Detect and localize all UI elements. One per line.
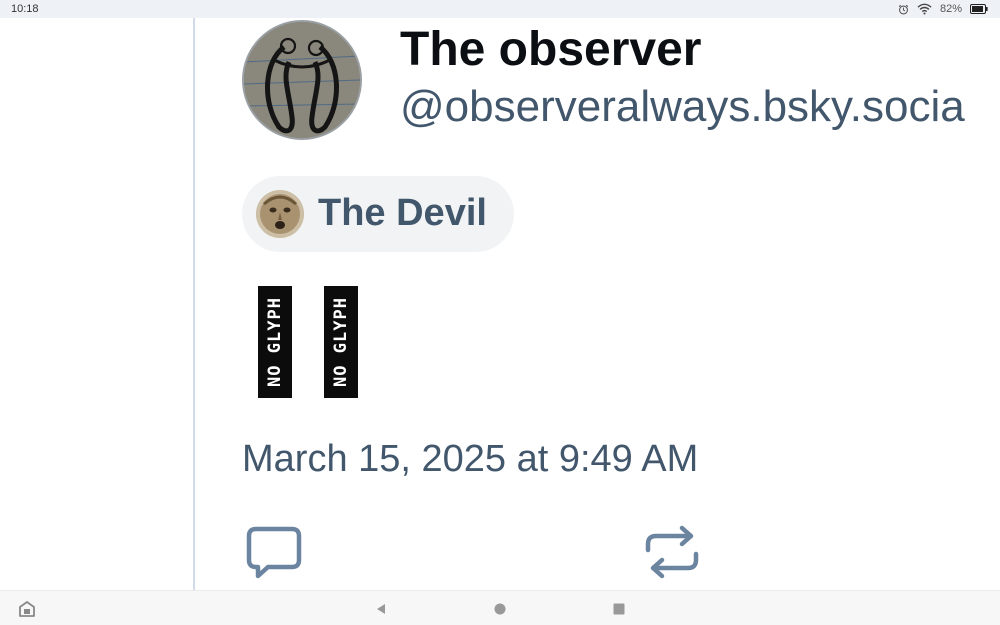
profile-display-name[interactable]: The observer xyxy=(400,22,701,77)
status-bar: 10:18 82% xyxy=(0,0,1000,18)
profile-handle[interactable]: @observeralways.bsky.socia xyxy=(400,82,965,132)
no-glyph-text: NO GLYPH xyxy=(331,297,351,387)
overview-icon[interactable] xyxy=(610,600,628,618)
feed-chip[interactable]: The Devil xyxy=(242,176,514,252)
feed-label: The Devil xyxy=(318,192,487,234)
repost-icon[interactable] xyxy=(642,522,702,582)
recents-app-icon[interactable] xyxy=(18,600,36,618)
profile-avatar[interactable] xyxy=(242,20,362,140)
thread-divider xyxy=(193,18,195,590)
wifi-icon xyxy=(917,3,932,15)
reply-icon[interactable] xyxy=(244,522,304,582)
screen: 10:18 82% The observer @observeralways.b… xyxy=(0,0,1000,625)
system-nav-bar xyxy=(0,590,1000,625)
status-icons: 82% xyxy=(898,2,988,16)
feed-avatar xyxy=(256,190,304,238)
home-icon[interactable] xyxy=(491,600,509,618)
no-glyph-placeholder: NO GLYPH xyxy=(324,286,358,398)
battery-percentage: 82% xyxy=(939,3,962,15)
alarm-icon xyxy=(898,4,909,15)
no-glyph-text: NO GLYPH xyxy=(265,297,285,387)
status-time: 10:18 xyxy=(11,3,39,15)
back-icon[interactable] xyxy=(372,600,390,618)
post-timestamp: March 15, 2025 at 9:49 AM xyxy=(242,438,699,480)
no-glyph-placeholder: NO GLYPH xyxy=(258,286,292,398)
battery-icon xyxy=(970,4,988,14)
